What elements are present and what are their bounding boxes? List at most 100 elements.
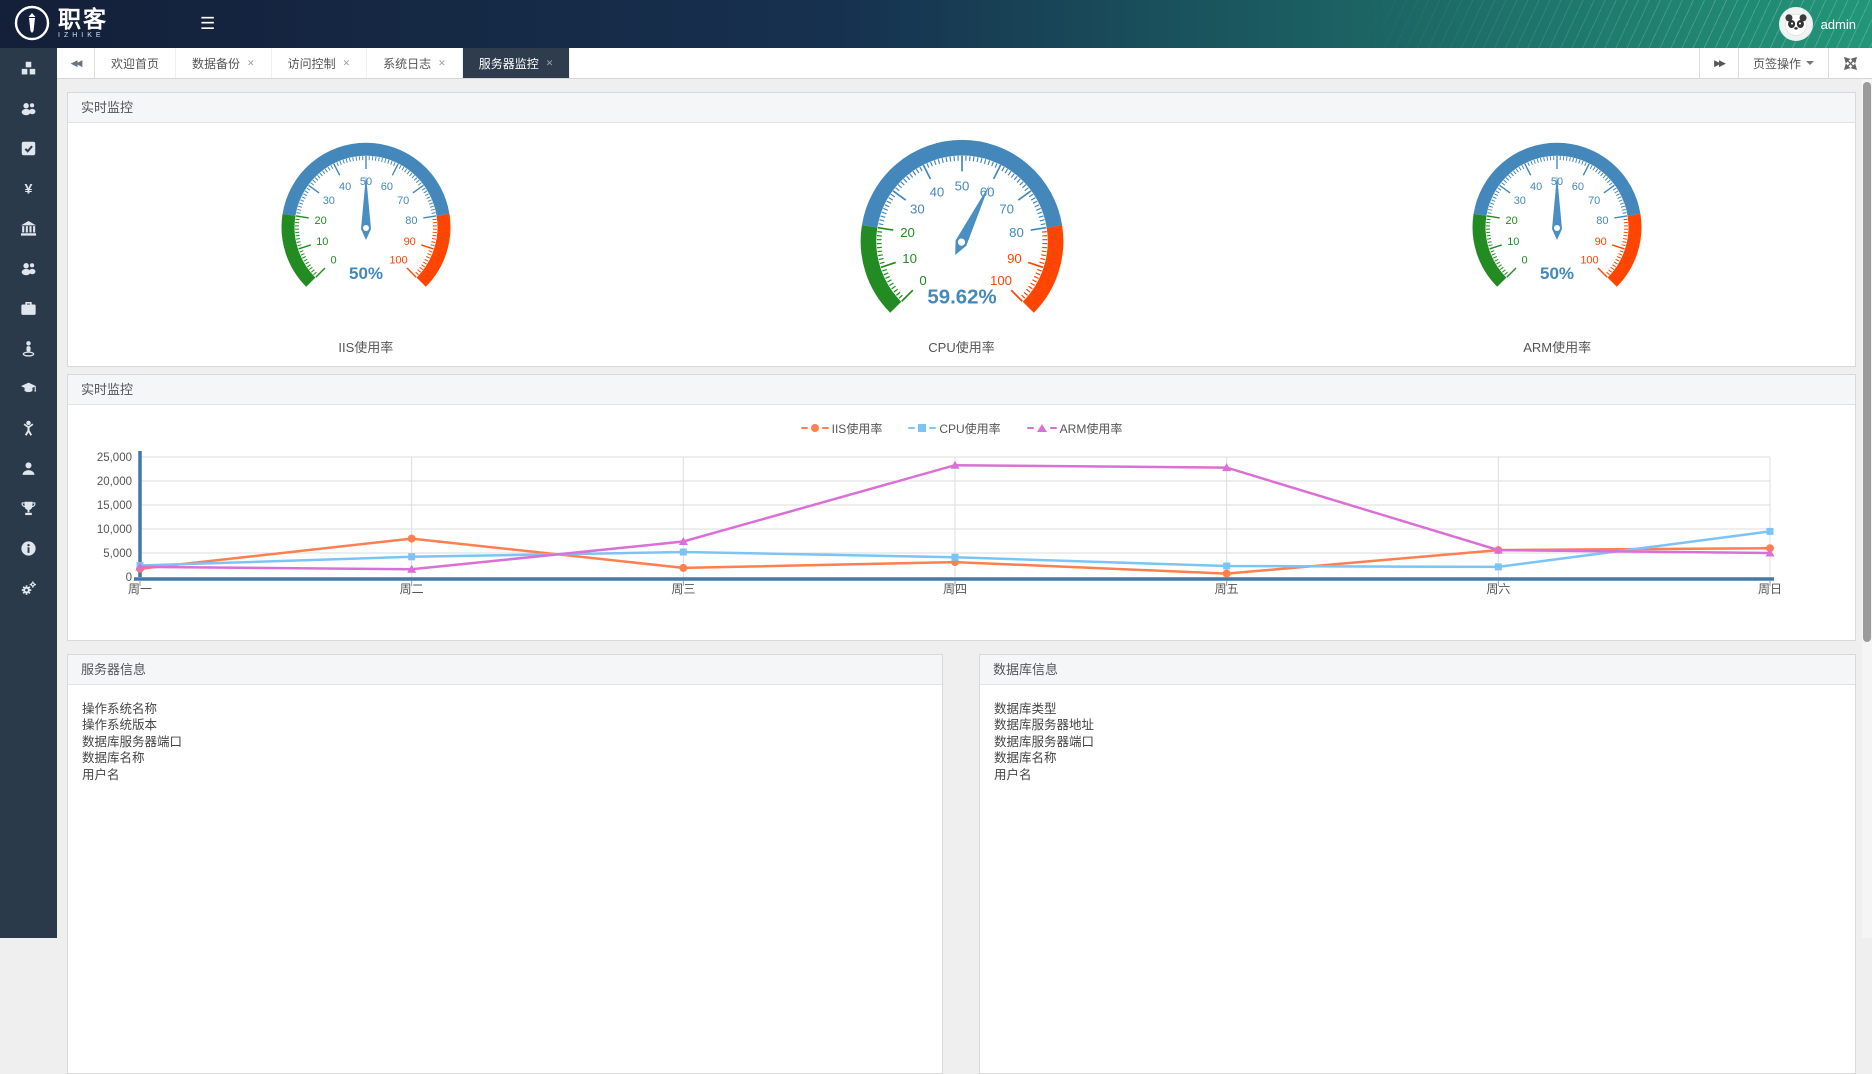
legend-item-IIS使用率[interactable]: IIS使用率	[801, 420, 883, 437]
svg-text:周一: 周一	[128, 582, 152, 596]
legend-item-CPU使用率[interactable]: CPU使用率	[908, 420, 1000, 437]
tabs-scroll-right-icon[interactable]: ▶▶	[1699, 48, 1738, 78]
svg-text:周六: 周六	[1486, 582, 1510, 596]
svg-text:80: 80	[405, 215, 417, 227]
sidebar-item-check-square[interactable]	[0, 128, 57, 168]
close-icon[interactable]: ✕	[546, 58, 554, 69]
tab-label: 服务器监控	[479, 55, 539, 72]
svg-text:90: 90	[403, 236, 415, 248]
yen-icon: ¥	[19, 179, 38, 198]
tab-actions-dropdown[interactable]: 页签操作	[1738, 48, 1828, 78]
svg-text:15,000: 15,000	[97, 500, 132, 512]
trophy-icon	[19, 499, 38, 518]
close-icon[interactable]: ✕	[343, 58, 351, 69]
users-icon	[19, 99, 38, 118]
info-item: 数据库类型	[994, 701, 1841, 717]
sidebar-item-yen[interactable]: ¥	[0, 168, 57, 208]
tabs-scroll-left-icon[interactable]: ◀◀	[57, 48, 95, 78]
tab-服务器监控[interactable]: 服务器监控 ✕	[463, 48, 571, 78]
svg-text:20: 20	[1506, 215, 1518, 227]
sidebar-item-cubes[interactable]	[0, 48, 57, 88]
legend-label: ARM使用率	[1060, 420, 1123, 437]
server-info-panel: 服务器信息 操作系统名称操作系统版本数据库服务器端口数据库名称用户名	[67, 654, 943, 1074]
svg-text:0: 0	[1522, 255, 1528, 267]
svg-text:¥: ¥	[25, 181, 33, 197]
tab-访问控制[interactable]: 访问控制✕	[272, 48, 368, 78]
top-navbar: 职客 IZHIKE ☰ admin	[0, 0, 1872, 48]
svg-text:20: 20	[900, 225, 915, 240]
legend-label: CPU使用率	[939, 420, 1000, 437]
tab-欢迎首页[interactable]: 欢迎首页	[95, 48, 176, 78]
svg-text:25,000: 25,000	[97, 452, 132, 464]
info-icon	[19, 539, 38, 558]
svg-text:周二: 周二	[400, 582, 424, 596]
svg-text:20,000: 20,000	[97, 476, 132, 488]
gauge-chart: 010203040506070809010050%	[236, 123, 496, 335]
svg-text:60: 60	[381, 181, 393, 193]
sidebar-item-info[interactable]	[0, 528, 57, 568]
tab-actions-label: 页签操作	[1753, 55, 1801, 72]
svg-text:50%: 50%	[1540, 264, 1574, 283]
user-menu[interactable]: admin	[1779, 7, 1856, 41]
logo-text: 职客	[58, 7, 108, 31]
svg-text:70: 70	[1588, 195, 1600, 207]
logo-subtext: IZHIKE	[58, 32, 108, 39]
svg-text:70: 70	[999, 201, 1014, 216]
sidebar-item-street-view[interactable]	[0, 328, 57, 368]
close-icon[interactable]: ✕	[438, 58, 446, 69]
sidebar-item-bank[interactable]	[0, 208, 57, 248]
scrollbar-thumb[interactable]	[1863, 82, 1871, 642]
svg-text:40: 40	[1530, 181, 1542, 193]
info-item: 用户名	[82, 767, 928, 783]
svg-text:10: 10	[1507, 236, 1519, 248]
legend-item-ARM使用率[interactable]: ARM使用率	[1027, 420, 1123, 437]
hamburger-icon[interactable]: ☰	[200, 14, 215, 34]
sidebar-item-group[interactable]	[0, 248, 57, 288]
sidebar-item-user[interactable]	[0, 448, 57, 488]
fullscreen-icon[interactable]	[1828, 48, 1872, 78]
gauge-IIS使用率: 010203040506070809010050% IIS使用率	[68, 123, 664, 366]
info-item: 数据库服务器端口	[82, 734, 928, 750]
info-item: 数据库名称	[82, 750, 928, 766]
server-info-title: 服务器信息	[68, 655, 942, 685]
svg-text:10,000: 10,000	[97, 524, 132, 536]
info-item: 操作系统版本	[82, 717, 928, 733]
sidebar-item-child[interactable]	[0, 408, 57, 448]
bank-icon	[19, 219, 38, 238]
tab-数据备份[interactable]: 数据备份 ✕	[176, 48, 272, 78]
svg-text:10: 10	[902, 251, 917, 266]
gauge-chart: 010203040506070809010059.62%	[832, 123, 1092, 335]
svg-text:5,000: 5,000	[103, 548, 132, 560]
gauge-ARM使用率: 010203040506070809010050% ARM使用率	[1259, 123, 1855, 366]
info-item: 数据库服务器地址	[994, 717, 1841, 733]
tab-label: 数据备份	[192, 55, 240, 72]
graduation-cap-icon	[19, 379, 38, 398]
svg-text:0: 0	[919, 273, 926, 288]
chart-legend: IIS使用率 CPU使用率 ARM使用率	[68, 419, 1855, 437]
app-logo[interactable]: 职客 IZHIKE	[14, 5, 108, 41]
tab-bar: ◀◀ 欢迎首页数据备份✕访问控制✕系统日志✕服务器监控✕ ▶▶ 页签操作	[57, 48, 1872, 79]
sidebar-item-users[interactable]	[0, 88, 57, 128]
avatar	[1779, 7, 1813, 41]
svg-text:59.62%: 59.62%	[927, 286, 996, 308]
sidebar-item-briefcase[interactable]	[0, 288, 57, 328]
svg-text:90: 90	[1007, 251, 1022, 266]
close-icon[interactable]: ✕	[247, 58, 255, 69]
sidebar-item-trophy[interactable]	[0, 488, 57, 528]
sidebar-item-graduation-cap[interactable]	[0, 368, 57, 408]
main-content: 实时监控 010203040506070809010050% IIS使用率 01…	[57, 79, 1872, 938]
database-info-title: 数据库信息	[980, 655, 1855, 685]
sidebar-item-gears[interactable]	[0, 568, 57, 608]
svg-text:70: 70	[397, 195, 409, 207]
check-square-icon	[19, 139, 38, 158]
child-icon	[19, 419, 38, 438]
user-icon	[19, 459, 38, 478]
svg-text:50%: 50%	[349, 264, 383, 283]
gears-icon	[19, 579, 38, 598]
tab-系统日志[interactable]: 系统日志✕	[367, 48, 463, 78]
info-item: 用户名	[994, 767, 1841, 783]
svg-text:90: 90	[1595, 236, 1607, 248]
svg-text:30: 30	[323, 195, 335, 207]
info-item: 数据库服务器端口	[994, 734, 1841, 750]
street-view-icon	[19, 339, 38, 358]
